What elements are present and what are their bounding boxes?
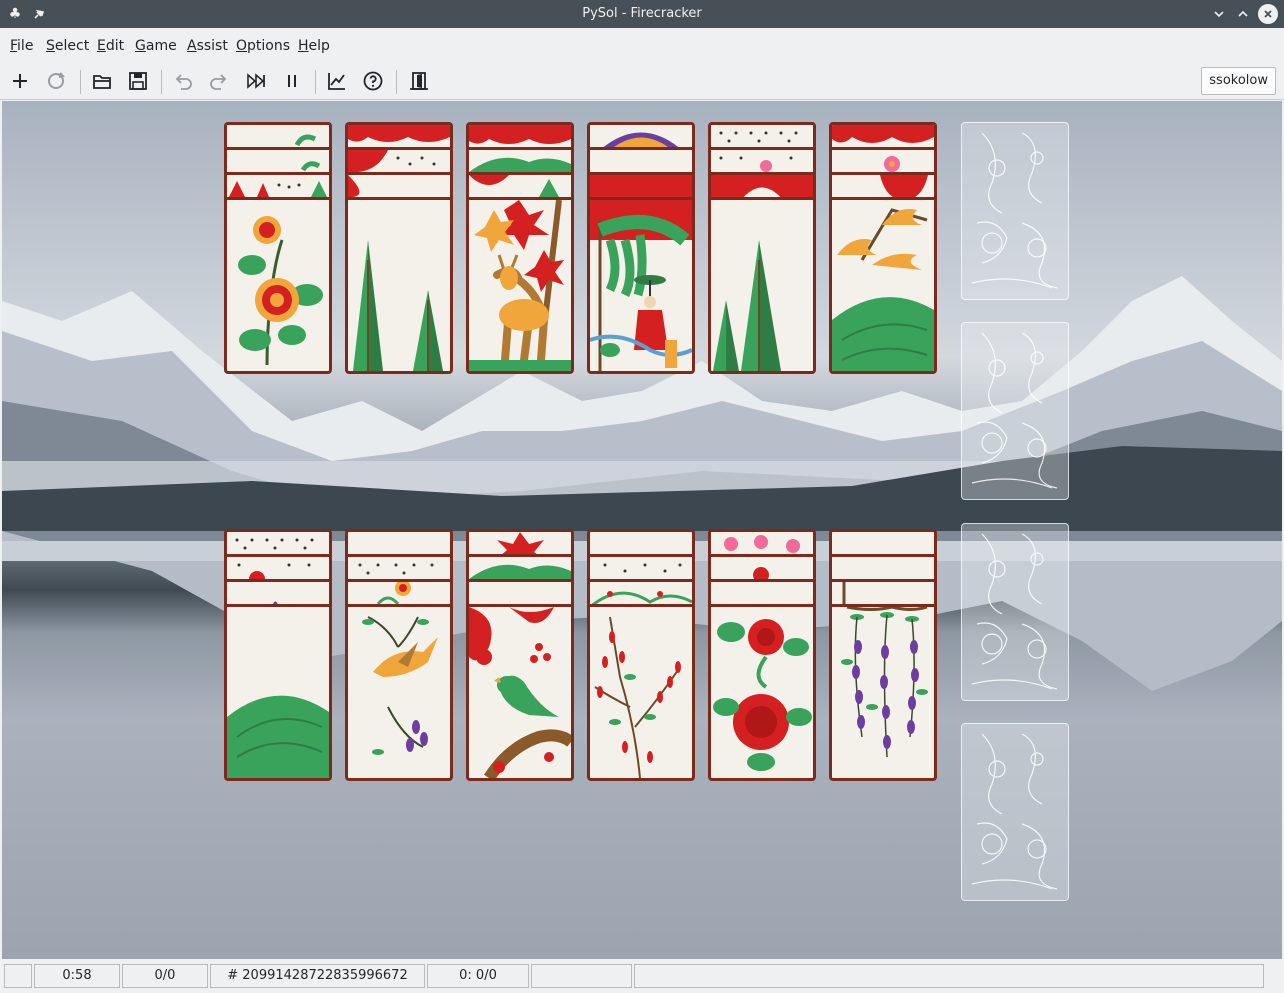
foundation-placeholder-icon — [971, 533, 1058, 690]
status-bar: 0:58 0/0 # 20991428722835996672 0: 0/0 — [0, 961, 1284, 993]
pause-icon — [288, 75, 296, 87]
minimize-button[interactable] — [1209, 4, 1229, 24]
foundation-pile[interactable] — [961, 122, 1069, 300]
status-cell-empty — [531, 964, 632, 988]
status-score: 0: 0/0 — [427, 964, 529, 988]
open-button[interactable] — [88, 67, 116, 95]
status-game-number: # 20991428722835996672 — [210, 964, 425, 988]
menu-file[interactable]: File — [10, 38, 33, 54]
application-window: ♣ PySol - Firecracker File Select Edit G… — [0, 0, 1284, 993]
status-moves: 0/0 — [122, 964, 208, 988]
tableau-card[interactable] — [224, 529, 332, 781]
tableau-card[interactable] — [224, 122, 332, 374]
statistics-button[interactable] — [323, 67, 351, 95]
menu-options[interactable]: Options — [236, 38, 290, 54]
toolbar-separator — [161, 70, 162, 94]
title-bar: ♣ PySol - Firecracker — [0, 0, 1284, 28]
tableau-card[interactable] — [829, 122, 937, 374]
foundation-placeholder-icon — [971, 132, 1058, 289]
tableau-card[interactable] — [466, 122, 574, 374]
open-icon — [93, 75, 111, 89]
quit-icon — [410, 72, 428, 90]
restart-button[interactable] — [42, 67, 70, 95]
tableau-card[interactable] — [587, 529, 695, 781]
tableau-card[interactable] — [345, 122, 453, 374]
status-message — [634, 964, 1264, 988]
player-name-field[interactable]: ssokolow — [1201, 67, 1276, 95]
menu-help[interactable]: Help — [298, 38, 330, 54]
new-game-icon — [13, 74, 27, 88]
foundation-pile[interactable] — [961, 322, 1069, 500]
undo-button[interactable] — [169, 67, 197, 95]
menu-game[interactable]: Game — [135, 38, 177, 54]
redo-button[interactable] — [205, 67, 233, 95]
rules-icon — [363, 71, 383, 91]
game-table[interactable] — [2, 101, 1282, 959]
maximize-button[interactable] — [1233, 4, 1253, 24]
toolbar-separator — [396, 70, 397, 94]
toolbar: ssokolow — [0, 62, 1284, 100]
tableau-card[interactable] — [708, 122, 816, 374]
close-icon — [1264, 10, 1272, 18]
tableau-card[interactable] — [466, 529, 574, 781]
toolbar-separator — [315, 70, 316, 94]
statistics-icon — [328, 73, 345, 90]
status-time: 0:58 — [34, 964, 120, 988]
save-icon — [129, 72, 147, 90]
restart-icon — [48, 72, 65, 89]
tableau-card[interactable] — [708, 529, 816, 781]
undo-icon — [175, 74, 192, 90]
save-button[interactable] — [124, 67, 152, 95]
tableau-card[interactable] — [587, 122, 695, 374]
menu-assist[interactable]: Assist — [187, 38, 228, 54]
menu-select[interactable]: Select — [46, 38, 89, 54]
status-cell-empty — [4, 964, 32, 988]
rules-button[interactable] — [359, 67, 387, 95]
pause-button[interactable] — [278, 67, 306, 95]
foundation-placeholder-icon — [971, 733, 1058, 890]
foundation-pile[interactable] — [961, 723, 1069, 901]
close-button[interactable] — [1258, 4, 1278, 24]
foundation-pile[interactable] — [961, 523, 1069, 701]
autodrop-button[interactable] — [242, 67, 270, 95]
menu-edit[interactable]: Edit — [97, 38, 124, 54]
menu-bar: File Select Edit Game Assist Options Hel… — [0, 28, 1284, 62]
autodrop-icon — [247, 73, 265, 89]
foundation-placeholder-icon — [971, 332, 1058, 489]
tableau-card[interactable] — [829, 529, 937, 781]
new-game-button[interactable] — [6, 67, 34, 95]
toolbar-separator — [80, 70, 81, 94]
tableau-card[interactable] — [345, 529, 453, 781]
quit-button[interactable] — [405, 67, 433, 95]
redo-icon — [210, 74, 227, 90]
window-title: PySol - Firecracker — [582, 6, 702, 21]
